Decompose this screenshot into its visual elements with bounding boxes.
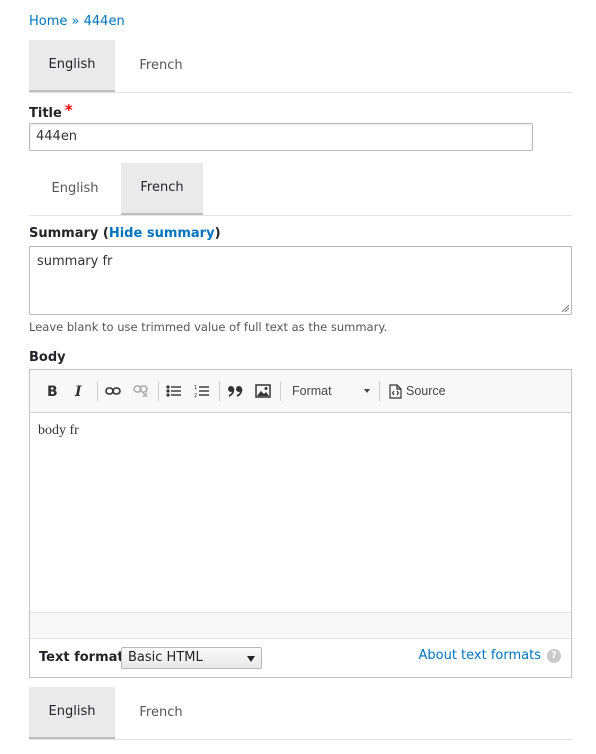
body-label: Body	[29, 350, 66, 365]
quote-icon	[228, 386, 243, 397]
language-tabs-top: English French	[29, 40, 572, 93]
resize-grip-icon[interactable]	[561, 304, 569, 312]
numbered-list-icon: 1 2	[194, 385, 209, 398]
link-icon	[105, 387, 121, 395]
summary-textarea[interactable]: summary fr	[29, 246, 572, 315]
image-icon	[255, 384, 271, 398]
body-content-text: body fr	[38, 423, 79, 438]
format-dropdown[interactable]: Format	[284, 379, 376, 403]
title-label-text: Title	[29, 106, 62, 121]
tab-english-bottom[interactable]: English	[29, 687, 115, 739]
text-format-label: Text format	[39, 650, 124, 665]
tab-french-top[interactable]: French	[115, 40, 207, 91]
source-icon	[389, 384, 402, 399]
tab-french-mid[interactable]: French	[121, 163, 203, 215]
numbered-list-button[interactable]: 1 2	[190, 379, 214, 403]
svg-text:B: B	[47, 384, 58, 398]
blockquote-button[interactable]	[223, 379, 247, 403]
source-button[interactable]: Source	[384, 379, 446, 403]
bold-icon: B	[47, 384, 58, 398]
summary-value: summary fr	[37, 254, 113, 269]
source-button-label: Source	[406, 384, 446, 398]
about-text-formats-link[interactable]: About text formats ?	[418, 648, 561, 663]
unlink-icon	[133, 385, 148, 397]
summary-description: Leave blank to use trimmed value of full…	[29, 320, 388, 334]
breadcrumb-separator: »	[71, 14, 80, 29]
text-format-row: Text format Basic HTML About text format…	[30, 639, 571, 677]
format-dropdown-label: Format	[292, 384, 332, 398]
title-label: Title *	[29, 101, 73, 121]
about-text-formats-label: About text formats	[418, 648, 541, 663]
breadcrumb-home-link[interactable]: Home	[29, 14, 67, 29]
language-tabs-mid: English French	[29, 163, 572, 216]
hide-summary-link[interactable]: Hide summary	[109, 226, 215, 241]
breadcrumb-current-link[interactable]: 444en	[84, 14, 125, 29]
bulleted-list-button[interactable]	[162, 379, 186, 403]
language-tabs-bottom: English French	[29, 687, 572, 740]
toolbar-separator	[158, 381, 159, 401]
body-content-area[interactable]: body fr	[30, 412, 571, 612]
help-icon: ?	[547, 648, 561, 663]
svg-text:1: 1	[194, 385, 197, 391]
tab-french-bottom[interactable]: French	[115, 687, 207, 738]
link-button[interactable]	[101, 379, 125, 403]
bulleted-list-icon	[166, 385, 181, 397]
editor-toolbar: B I 1 2 Format Source	[30, 370, 571, 413]
svg-text:I: I	[74, 384, 82, 398]
text-format-select[interactable]: Basic HTML	[121, 647, 262, 669]
image-button[interactable]	[251, 379, 275, 403]
toolbar-separator	[97, 381, 98, 401]
unlink-button[interactable]	[129, 379, 153, 403]
summary-label-suffix: )	[214, 226, 221, 241]
italic-button[interactable]: I	[67, 379, 91, 403]
italic-icon: I	[74, 384, 82, 398]
tab-english-mid[interactable]: English	[29, 163, 121, 214]
tab-english-top[interactable]: English	[29, 40, 115, 92]
svg-text:2: 2	[194, 393, 197, 398]
toolbar-separator	[280, 381, 281, 401]
bold-button[interactable]: B	[40, 379, 64, 403]
toolbar-separator	[379, 381, 380, 401]
text-format-selected: Basic HTML	[128, 650, 203, 665]
required-mark: *	[64, 101, 73, 119]
toolbar-separator	[219, 381, 220, 401]
title-input[interactable]: 444en	[29, 123, 533, 151]
breadcrumb: Home » 444en	[29, 14, 125, 29]
editor-path-bar	[30, 612, 571, 639]
summary-label: Summary (Hide summary)	[29, 226, 221, 241]
dropdown-arrow-icon	[247, 656, 255, 662]
chevron-down-icon	[364, 389, 370, 393]
body-editor: B I 1 2 Format Source body fr Text forma…	[29, 369, 572, 678]
summary-label-prefix: Summary (	[29, 226, 109, 241]
